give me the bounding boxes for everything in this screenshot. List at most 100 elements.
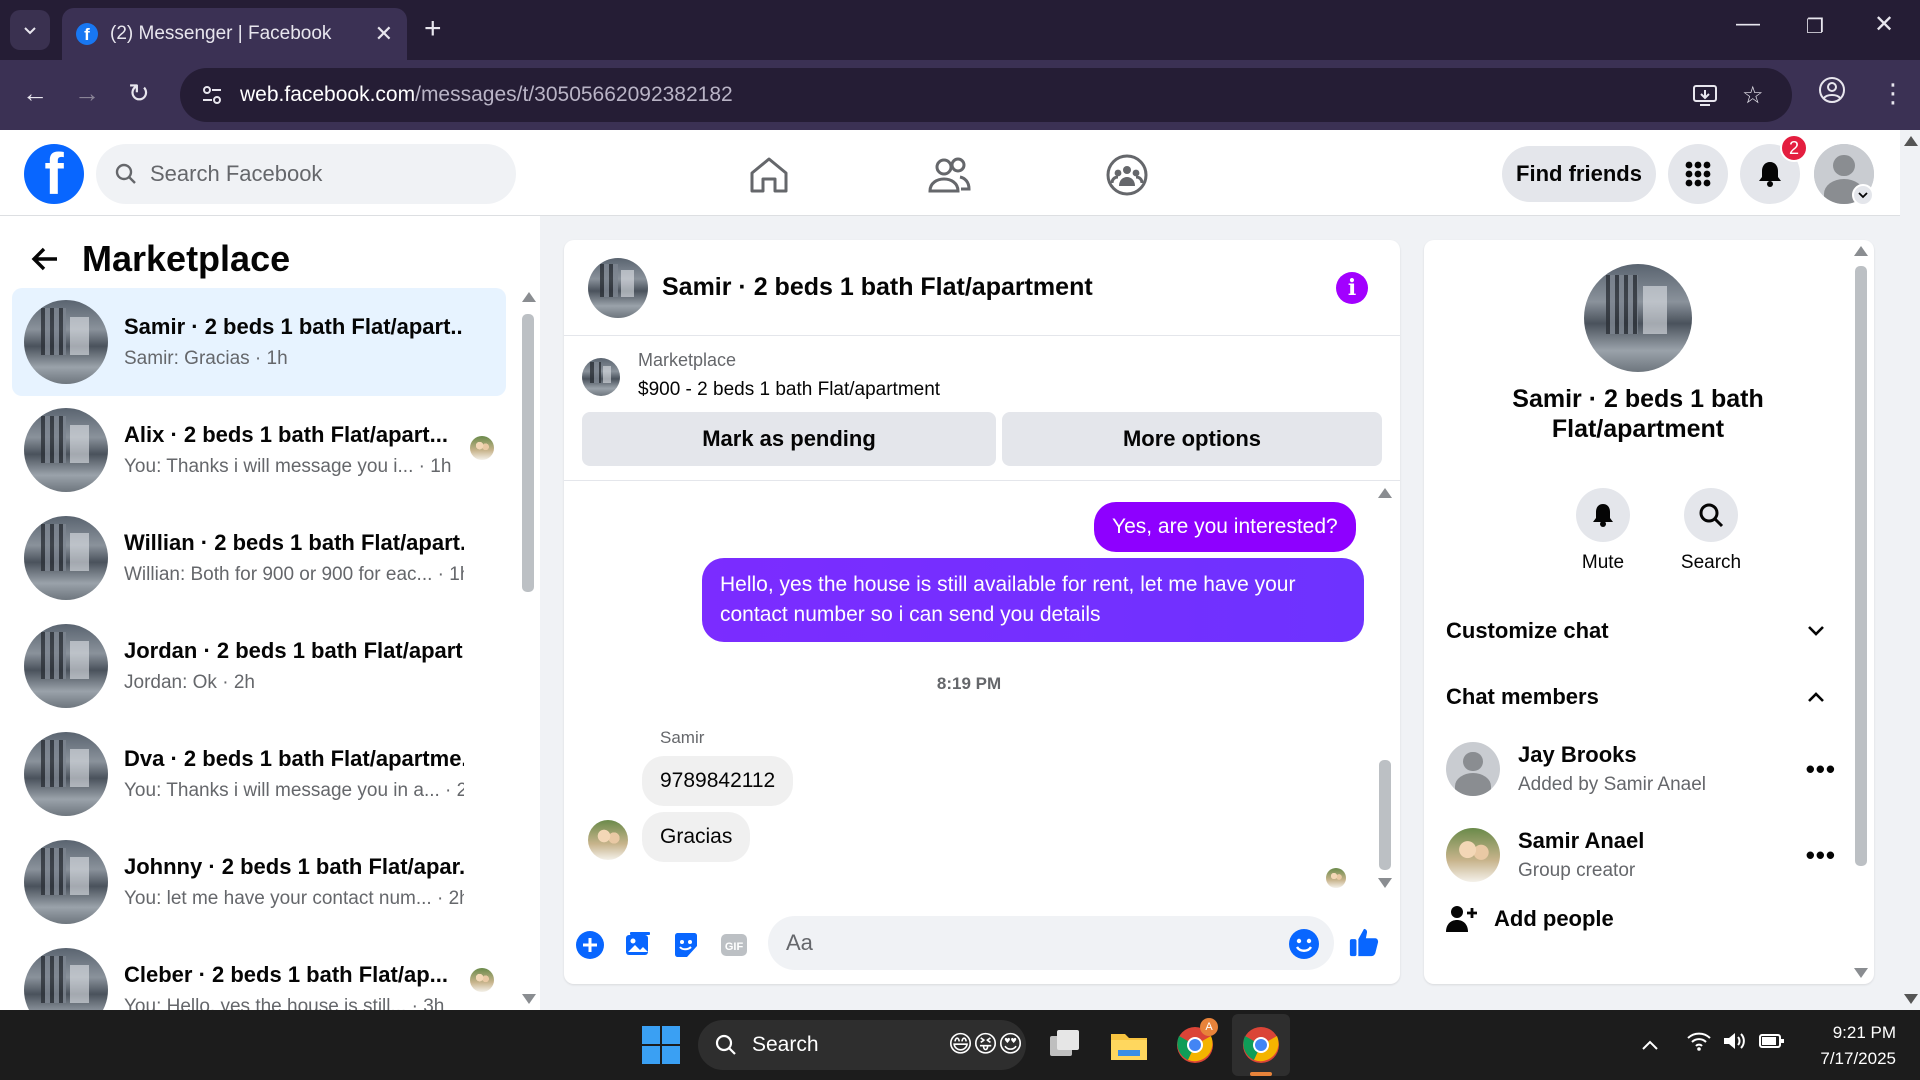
attach-photo-icon[interactable] [622, 929, 654, 961]
outgoing-message[interactable]: Yes, are you interested? [1094, 502, 1356, 552]
windows-start-icon[interactable] [640, 1024, 682, 1066]
profile-icon[interactable] [1818, 76, 1846, 111]
tab-search-button[interactable] [10, 10, 50, 50]
facebook-search[interactable] [96, 144, 516, 204]
chat-members-section[interactable]: Chat members [1446, 684, 1826, 710]
task-view-icon[interactable] [1044, 1024, 1086, 1066]
section-title: Customize chat [1446, 618, 1609, 643]
sidebar-scroll-down-icon[interactable] [522, 994, 536, 1004]
url-path: /messages/t/30505662092382182 [415, 83, 733, 106]
message-line: contact number so i can send you details [720, 603, 1101, 626]
tab-close-icon[interactable]: ✕ [375, 21, 393, 47]
mark-as-pending-button[interactable]: Mark as pending [582, 412, 996, 466]
conversation-preview: Willian: Both for 900 or 900 for eac... … [124, 564, 464, 585]
listing-price-title: $900 - 2 beds 1 bath Flat/apartment [638, 379, 941, 400]
home-icon[interactable] [744, 150, 794, 200]
page-scroll-down-icon[interactable] [1904, 994, 1918, 1004]
member-more-icon[interactable]: ••• [1806, 840, 1836, 871]
install-app-icon[interactable] [1692, 68, 1718, 122]
chat-scroll-up-icon[interactable] [1378, 488, 1392, 498]
browser-tab-strip: f (2) Messenger | Facebook ✕ + — ❐ ✕ [0, 0, 1920, 60]
info-scroll-up-icon[interactable] [1854, 246, 1868, 256]
member-item[interactable]: Samir Anael Group creator ••• [1446, 828, 1836, 882]
new-tab-icon[interactable]: + [424, 12, 442, 46]
back-icon[interactable]: ← [22, 78, 48, 109]
member-more-icon[interactable]: ••• [1806, 754, 1836, 785]
system-clock[interactable]: 9:21 PM 7/17/2025 [1800, 1020, 1896, 1072]
show-hidden-icons-chevron-up-icon[interactable] [1640, 1032, 1660, 1058]
facebook-favicon-icon: f [76, 23, 98, 45]
facebook-logo-icon[interactable]: f [24, 144, 84, 204]
sidebar-scroll-up-icon[interactable] [522, 292, 536, 302]
info-scroll-down-icon[interactable] [1854, 968, 1868, 978]
back-arrow-icon[interactable] [30, 244, 60, 274]
search-highlight-emoji-icon: 😄😝😍 [948, 1031, 1024, 1058]
member-item[interactable]: Jay Brooks Added by Samir Anael ••• [1446, 742, 1836, 796]
chrome-active-icon[interactable] [1240, 1024, 1282, 1066]
site-settings-icon[interactable] [198, 81, 226, 109]
file-explorer-icon[interactable] [1108, 1024, 1150, 1066]
window-close-icon[interactable]: ✕ [1874, 10, 1894, 39]
emoji-icon[interactable] [1288, 928, 1320, 960]
friends-icon[interactable] [924, 150, 974, 200]
sidebar-scrollbar[interactable] [522, 314, 534, 592]
forward-icon[interactable]: → [74, 78, 100, 109]
conversation-item[interactable]: Willian · 2 beds 1 bath Flat/apart... Wil… [12, 504, 506, 612]
outgoing-message[interactable]: Hello, yes the house is still available … [702, 558, 1364, 642]
chat-scrollbar[interactable] [1379, 760, 1391, 870]
page-scroll-up-icon[interactable] [1904, 136, 1918, 146]
chat-listing-thumbnail[interactable] [588, 257, 648, 318]
chrome-icon[interactable]: A [1174, 1018, 1218, 1066]
battery-icon[interactable] [1758, 1030, 1786, 1058]
chat-title[interactable]: Samir · 2 beds 1 bath Flat/apartment [662, 273, 1093, 302]
conversation-item[interactable]: Samir · 2 beds 1 bath Flat/apart... Samir… [12, 288, 506, 396]
find-friends-button[interactable]: Find friends [1502, 146, 1656, 202]
browser-menu-icon[interactable]: ⋮ [1880, 78, 1906, 109]
reload-icon[interactable]: ↻ [128, 78, 150, 109]
more-actions-plus-icon[interactable] [574, 929, 606, 961]
conversation-item[interactable]: Johnny · 2 beds 1 bath Flat/apar... You: … [12, 828, 506, 936]
gif-icon[interactable]: GIF [718, 929, 750, 961]
groups-icon[interactable] [1102, 150, 1152, 200]
section-title: Chat members [1446, 684, 1599, 709]
customize-chat-section[interactable]: Customize chat [1446, 618, 1826, 644]
conversation-info-icon[interactable]: i [1336, 272, 1368, 304]
search-icon [715, 1034, 736, 1055]
conversation-item[interactable]: Cleber · 2 beds 1 bath Flat/ap... You: He… [12, 936, 506, 1010]
address-bar[interactable]: web.facebook.com/messages/t/305056620923… [180, 68, 1792, 122]
member-role: Added by Samir Anael [1518, 774, 1707, 795]
taskbar-search[interactable]: Search 😄😝😍 [698, 1020, 1026, 1070]
search-in-conversation-button[interactable]: Search [1666, 488, 1756, 574]
chat-header: Samir · 2 beds 1 bath Flat/apartment [564, 240, 1400, 336]
search-input[interactable] [150, 161, 490, 187]
chat-scroll-down-icon[interactable] [1378, 878, 1392, 888]
menu-grid-icon[interactable] [1668, 144, 1728, 204]
info-scrollbar[interactable] [1855, 266, 1867, 866]
sticker-icon[interactable] [670, 929, 702, 961]
marketplace-listing[interactable]: Marketplace $900 - 2 beds 1 bath Flat/ap… [582, 350, 940, 401]
browser-tab-active[interactable]: f (2) Messenger | Facebook ✕ [62, 8, 407, 60]
add-people-button[interactable]: Add people [1446, 904, 1614, 934]
member-avatar [1446, 828, 1500, 882]
incoming-message[interactable]: 9789842112 [642, 756, 794, 806]
conversation-item[interactable]: Alix · 2 beds 1 bath Flat/apart... You: T… [12, 396, 506, 504]
active-indicator [1250, 1072, 1272, 1076]
more-options-button[interactable]: More options [1002, 412, 1382, 466]
listing-thumbnail [24, 624, 108, 708]
listing-avatar[interactable] [1584, 264, 1692, 372]
incoming-message[interactable]: Gracias [642, 812, 751, 862]
message-input[interactable] [768, 916, 1334, 970]
volume-icon[interactable] [1722, 1030, 1748, 1058]
minimize-icon[interactable]: — [1736, 10, 1760, 38]
wifi-icon[interactable] [1686, 1030, 1712, 1058]
restore-icon[interactable]: ❐ [1806, 14, 1824, 39]
sidebar-header: Marketplace [30, 238, 290, 280]
account-chevron-down-icon[interactable] [1852, 184, 1874, 206]
conversation-item[interactable]: Dva · 2 beds 1 bath Flat/apartme... You: … [12, 720, 506, 828]
like-thumbs-up-icon[interactable] [1348, 926, 1380, 958]
notification-count-badge: 2 [1780, 134, 1808, 162]
conversation-item[interactable]: Jordan · 2 beds 1 bath Flat/apart... Jord… [12, 612, 506, 720]
mute-button[interactable]: Mute [1558, 488, 1648, 574]
bookmark-star-icon[interactable]: ☆ [1742, 68, 1764, 122]
sender-avatar[interactable] [588, 820, 628, 860]
